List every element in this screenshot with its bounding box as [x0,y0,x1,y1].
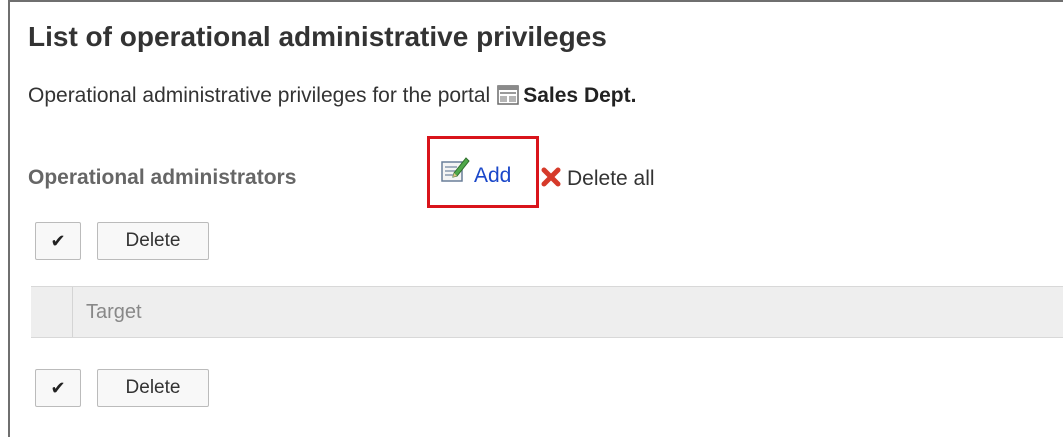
page-description: Operational administrative privileges fo… [28,84,636,106]
header-checkbox-cell [31,287,73,337]
edit-add-icon [440,155,470,185]
section-label: Operational administrators [28,166,297,189]
add-link-label[interactable]: Add [474,164,511,188]
delete-all-label[interactable]: Delete all [567,167,655,191]
add-link[interactable]: Add [440,148,511,192]
table-header: Target [31,286,1063,338]
portal-name: Sales Dept. [523,83,637,107]
section-header: Operational administrators [28,158,296,198]
red-x-icon [541,167,561,187]
delete-button-top[interactable]: Delete [97,222,209,260]
delete-all-link[interactable]: Delete all [541,157,655,201]
portal-icon [497,84,519,106]
description-text: Operational administrative privileges fo… [28,83,491,107]
column-header-target: Target [86,300,142,323]
delete-button-bottom[interactable]: Delete [97,369,209,407]
page-title: List of operational administrative privi… [28,21,607,52]
select-all-button-bottom[interactable]: ✔ [35,369,81,407]
select-all-button-top[interactable]: ✔ [35,222,81,260]
